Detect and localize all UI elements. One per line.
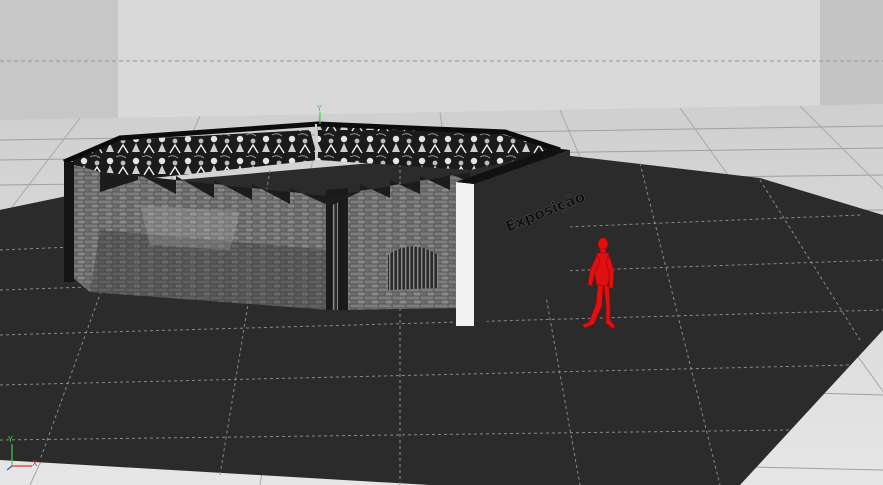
background-wall: [0, 0, 883, 120]
scene-canvas[interactable]: Exposição: [0, 0, 883, 485]
y-axis-label: Y: [317, 104, 322, 113]
gizmo-y-label: Y: [8, 435, 13, 444]
gizmo-x-label: X: [32, 459, 38, 468]
3d-viewport[interactable]: Exposição Y Y X: [0, 0, 883, 485]
axis-orientation-gizmo: Y X: [4, 436, 44, 472]
